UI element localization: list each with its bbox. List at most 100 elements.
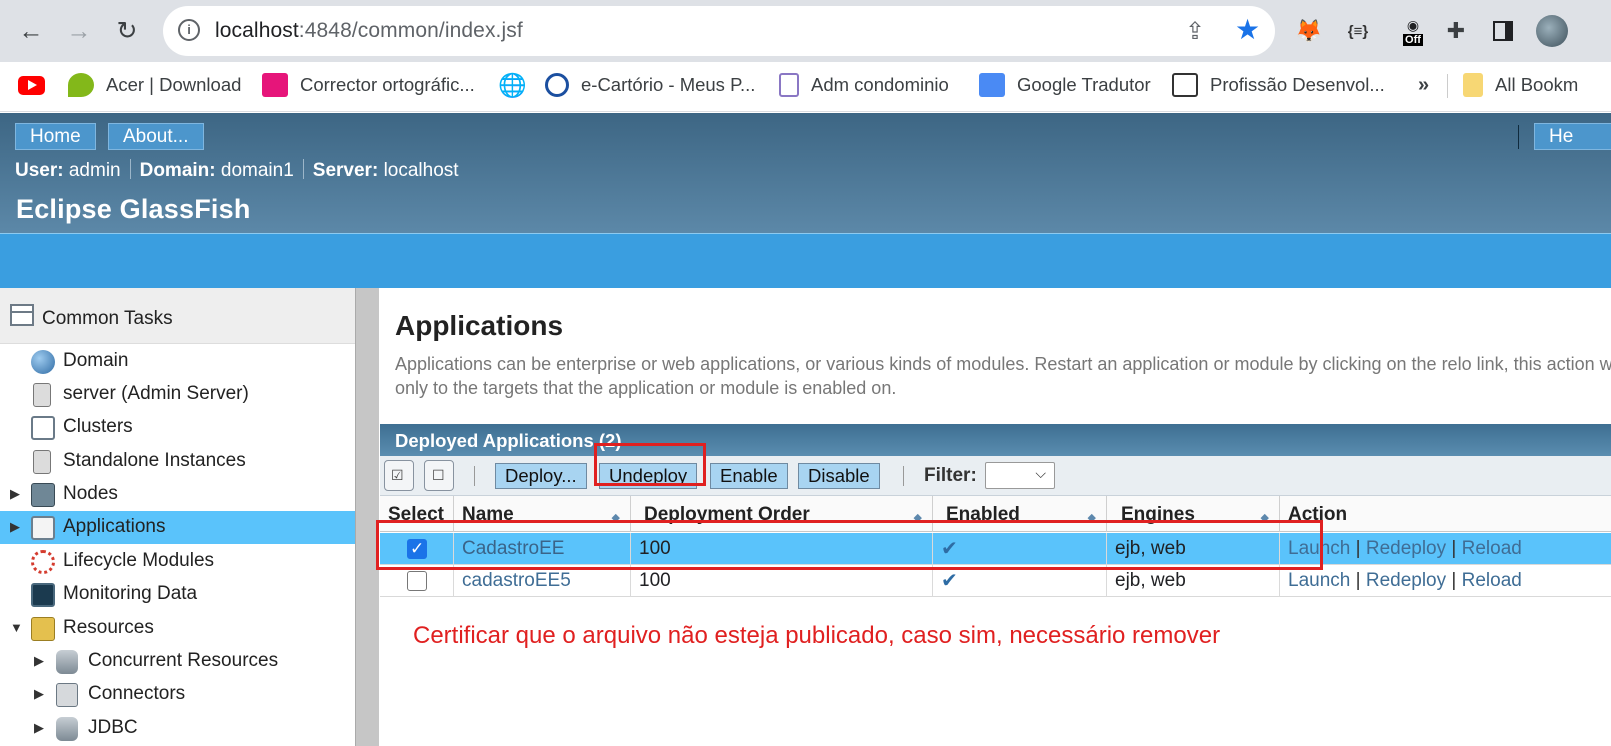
row-checkbox[interactable] (407, 571, 427, 591)
tree-item-monitoring-data[interactable]: Monitoring Data (0, 578, 355, 611)
deploy-button[interactable]: Deploy... (495, 463, 587, 489)
enable-button[interactable]: Enable (710, 463, 788, 489)
clusters-icon (31, 416, 55, 440)
globe-icon: 🌐 (498, 71, 527, 98)
help-button[interactable]: He (1534, 123, 1611, 150)
product-brand: Eclipse GlassFish (16, 194, 251, 224)
condominio-icon (779, 73, 799, 97)
address-bar[interactable]: i localhost:4848/common/index.jsf ⇪ ★ (163, 6, 1275, 56)
all-bookmarks-folder[interactable]: All Bookm (1463, 62, 1578, 108)
launch-link[interactable]: Launch (1280, 570, 1350, 591)
youtube-icon (18, 75, 45, 95)
bookmark-ecartorio[interactable]: e-Cartório - Meus P... (545, 62, 755, 108)
tree-item-standalone-instances[interactable]: Standalone Instances (0, 445, 355, 478)
expand-arrow-icon[interactable]: ▶ (34, 686, 44, 702)
side-panel-icon[interactable] (1489, 14, 1517, 48)
metamask-extension-icon[interactable]: 🦊 (1294, 14, 1324, 48)
action-cell: Launch | Redeploy | Reload (1280, 565, 1611, 597)
expand-arrow-icon[interactable]: ▶ (10, 486, 20, 502)
page-title: Applications (395, 310, 564, 341)
extensions-puzzle-icon[interactable]: ✚ (1442, 14, 1470, 48)
more-bookmarks-button[interactable]: » (1418, 62, 1429, 108)
deselect-all-icon: ☐ (432, 467, 445, 483)
google-translate-icon (979, 73, 1005, 97)
tree-item-applications[interactable]: ▶ Applications (0, 511, 355, 544)
url-text[interactable]: localhost:4848/common/index.jsf (215, 19, 523, 43)
masthead-band (0, 233, 1611, 288)
redeploy-link[interactable]: Redeploy (1366, 538, 1446, 559)
expand-arrow-icon[interactable]: ▶ (34, 653, 44, 669)
youtube-bookmark[interactable] (18, 62, 45, 108)
glassfish-masthead: Home About... He User: admin Domain: doma… (0, 113, 1611, 233)
redeploy-link[interactable]: Redeploy (1366, 570, 1446, 591)
bookmark-adm-condominio[interactable]: Adm condominio (779, 62, 949, 108)
select-all-icon: ☑ (391, 467, 404, 483)
tree-item-connectors[interactable]: ▶ Connectors (0, 678, 355, 711)
domain-icon (31, 350, 55, 374)
server-icon (33, 383, 51, 407)
home-button[interactable]: Home (15, 123, 96, 150)
database-icon (56, 717, 78, 741)
bookmark-corrector[interactable]: Corrector ortográfic... (262, 62, 475, 108)
corrector-icon (262, 73, 288, 97)
reload-icon[interactable]: ↻ (108, 12, 146, 50)
annotation-note: Certificar que o arquivo não esteja publ… (413, 622, 1221, 649)
masthead-divider (1518, 125, 1519, 149)
resources-icon (31, 617, 55, 641)
disable-button[interactable]: Disable (798, 463, 880, 489)
table-title-bar: Deployed Applications (2) (380, 424, 1611, 456)
tree-item-resources[interactable]: ▼ Resources (0, 612, 355, 645)
connectors-icon (56, 683, 78, 707)
expand-arrow-icon[interactable]: ▶ (34, 720, 44, 736)
bookmark-profissao[interactable]: Profissão Desenvol... (1172, 62, 1385, 108)
browser-toolbar: ← → ↻ i localhost:4848/common/index.jsf … (0, 0, 1611, 62)
share-icon[interactable]: ⇪ (1185, 17, 1205, 46)
back-icon[interactable]: ← (12, 12, 50, 50)
forward-icon[interactable]: → (60, 12, 98, 50)
row-highlight-box (376, 520, 1323, 570)
main-content: Applications Applications can be enterpr… (380, 288, 1611, 746)
site-info-icon[interactable]: i (178, 19, 200, 41)
enabled-check-icon: ✔ (941, 570, 958, 592)
chevron-down-icon: ⌵ (1035, 465, 1046, 481)
session-info: User: admin Domain: domain1 Server: localh… (15, 159, 459, 181)
toolbar-separator (903, 466, 904, 486)
folder-icon (1463, 73, 1483, 97)
json-extension-icon[interactable]: {≡} (1342, 14, 1374, 48)
applications-icon (31, 516, 55, 540)
about-button[interactable]: About... (108, 123, 204, 150)
select-all-button[interactable]: ☑ (384, 460, 414, 491)
bookmarks-divider (1447, 74, 1448, 98)
deselect-all-button[interactable]: ☐ (424, 460, 454, 491)
acer-icon (68, 73, 94, 97)
tree-item-clusters[interactable]: Clusters (0, 411, 355, 444)
lifecycle-icon (31, 550, 55, 574)
reload-link[interactable]: Reload (1462, 570, 1522, 591)
profile-avatar[interactable] (1536, 14, 1568, 48)
instance-icon (33, 450, 51, 474)
tree-item-concurrent-resources[interactable]: ▶ Concurrent Resources (0, 645, 355, 678)
bookmark-acer[interactable]: Acer | Download (68, 62, 241, 108)
bookmark-google-tradutor[interactable]: Google Tradutor (979, 62, 1151, 108)
profissao-icon (1172, 73, 1198, 97)
reload-link[interactable]: Reload (1462, 538, 1522, 559)
tree-item-admin-server[interactable]: server (Admin Server) (0, 378, 355, 411)
bookmark-star-icon[interactable]: ★ (1235, 13, 1260, 46)
expand-arrow-icon[interactable]: ▶ (10, 519, 20, 535)
database-icon (56, 650, 78, 674)
collapse-arrow-icon[interactable]: ▼ (10, 620, 23, 635)
tree-item-lifecycle-modules[interactable]: Lifecycle Modules (0, 545, 355, 578)
bookmark-globe[interactable]: 🌐 (498, 62, 527, 108)
column-header-action: Action (1288, 504, 1348, 525)
off-extension-icon[interactable]: ◉ Off (1398, 14, 1428, 48)
undeploy-highlight-box (594, 443, 706, 486)
tree-item-jdbc[interactable]: ▶ JDBC (0, 712, 355, 745)
toolbar-separator (474, 466, 475, 486)
bookmarks-bar: Acer | Download Corrector ortográfic... … (0, 62, 1611, 112)
tree-item-nodes[interactable]: ▶ Nodes (0, 478, 355, 511)
common-tasks-header[interactable]: Common Tasks (0, 288, 355, 344)
application-name[interactable]: cadastroEE5 (454, 570, 571, 591)
tree-item-domain[interactable]: Domain (0, 345, 355, 378)
sidebar-resize-handle[interactable] (355, 288, 379, 746)
filter-select[interactable]: ⌵ (985, 462, 1055, 489)
